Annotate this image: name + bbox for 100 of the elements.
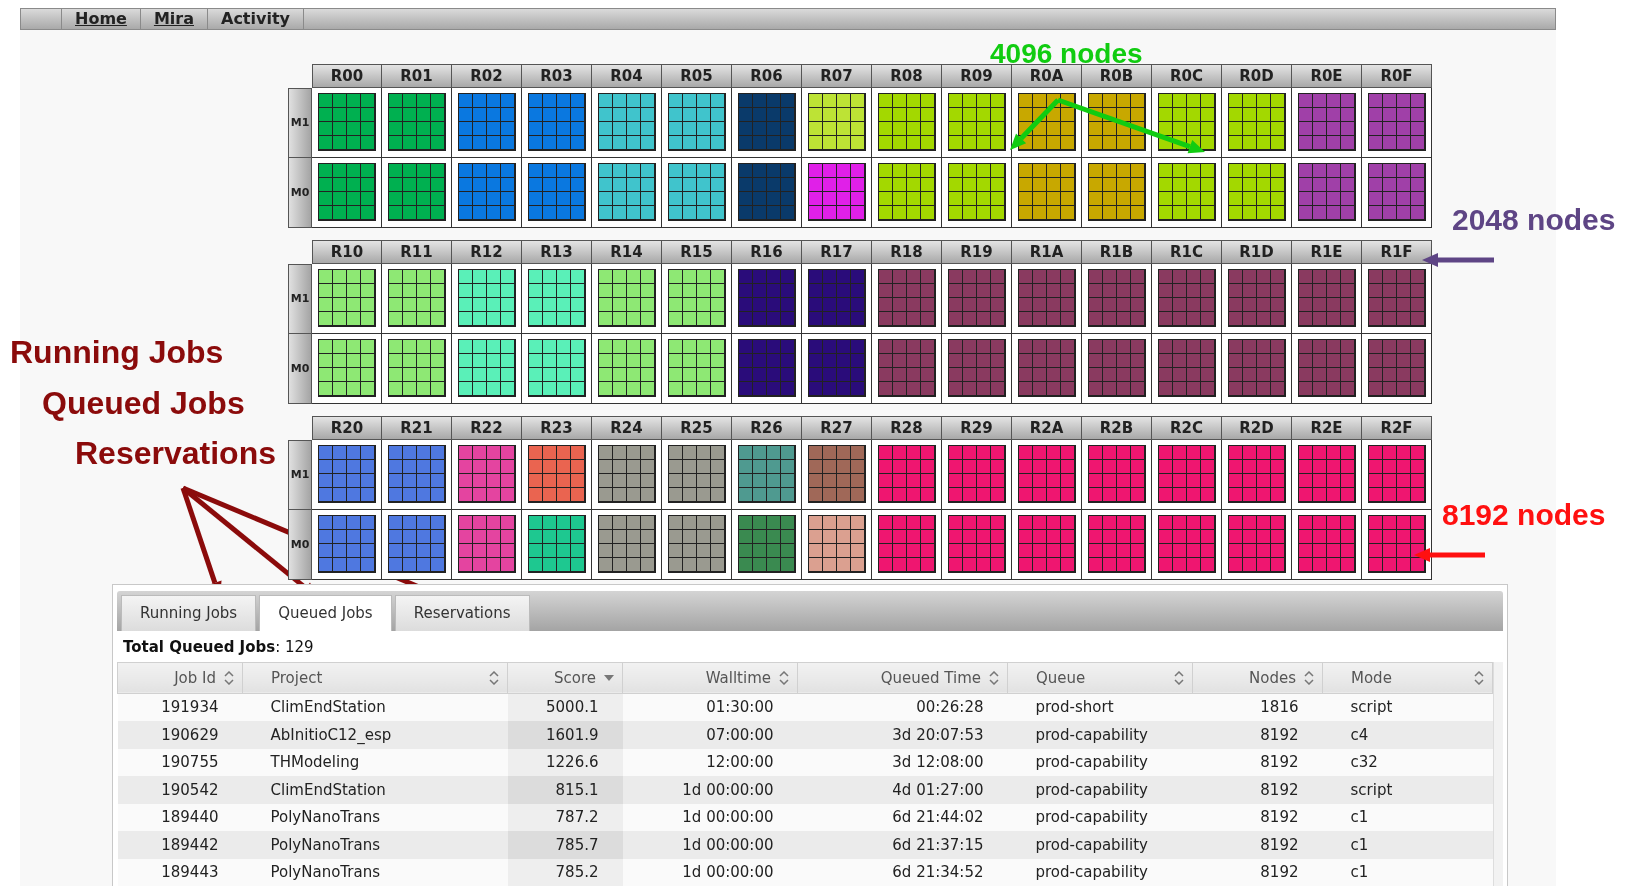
annotation-label: Queued Jobs xyxy=(42,387,245,419)
midplane-label: M1 xyxy=(288,87,312,158)
rack-header: R2D xyxy=(1222,415,1292,440)
midplane-block[interactable] xyxy=(667,163,726,221)
midplane-block[interactable] xyxy=(667,515,726,573)
rack-header: R05 xyxy=(662,63,732,88)
rack-header: R0F xyxy=(1362,63,1432,88)
nav-item[interactable]: Activity xyxy=(208,9,304,29)
nav-link[interactable]: Home xyxy=(62,9,141,29)
midplane-block[interactable] xyxy=(667,269,726,327)
tab[interactable]: Queued Jobs xyxy=(259,594,392,631)
midplane-block[interactable] xyxy=(317,163,376,221)
midplane-block[interactable] xyxy=(737,445,796,503)
midplane-block[interactable] xyxy=(1017,163,1076,221)
midplane-block[interactable] xyxy=(597,339,656,397)
rack-header: R23 xyxy=(522,415,592,440)
rack-header: R07 xyxy=(802,63,872,88)
midplane-block[interactable] xyxy=(1227,163,1286,221)
column-header[interactable]: Queue xyxy=(1007,662,1193,693)
table-cell: 189442 xyxy=(117,831,243,859)
rack-header: R2F xyxy=(1362,415,1432,440)
midplane-block[interactable] xyxy=(877,93,936,151)
table-cell: 1d 00:00:00 xyxy=(622,858,798,886)
midplane-block[interactable] xyxy=(667,445,726,503)
midplane-block[interactable] xyxy=(387,339,446,397)
midplane-block[interactable] xyxy=(457,339,516,397)
rack-header: R0C xyxy=(1152,63,1222,88)
rack-header: R10 xyxy=(312,239,382,264)
midplane-block[interactable] xyxy=(1087,163,1146,221)
table-cell: script xyxy=(1322,693,1493,721)
tab[interactable]: Running Jobs xyxy=(121,594,257,631)
midplane-block[interactable] xyxy=(807,515,866,573)
column-header[interactable]: Mode xyxy=(1322,662,1493,693)
table-cell: 1d 00:00:00 xyxy=(622,776,798,804)
table-cell: prod-short xyxy=(1007,693,1193,721)
midplane-block[interactable] xyxy=(317,339,376,397)
rack-header: R16 xyxy=(732,239,802,264)
rack-header: R12 xyxy=(452,239,522,264)
table-cell: PolyNanoTrans xyxy=(242,803,508,831)
column-header[interactable]: Project xyxy=(242,662,508,693)
midplane-block[interactable] xyxy=(387,269,446,327)
table-cell: 12:00:00 xyxy=(622,748,798,776)
midplane-block[interactable] xyxy=(317,93,376,151)
total-queued-jobs: Total Queued Jobs: 129 xyxy=(122,636,315,658)
column-header[interactable]: Walltime xyxy=(622,662,798,693)
midplane-block[interactable] xyxy=(1157,163,1216,221)
midplane-block[interactable] xyxy=(597,93,656,151)
midplane-label: M0 xyxy=(288,157,312,228)
table-cell: c1 xyxy=(1322,858,1493,886)
midplane-block[interactable] xyxy=(317,269,376,327)
midplane-block[interactable] xyxy=(667,339,726,397)
midplane-block[interactable] xyxy=(877,163,936,221)
midplane-block[interactable] xyxy=(457,269,516,327)
midplane-block[interactable] xyxy=(527,339,586,397)
rack-header: R25 xyxy=(662,415,732,440)
midplane-block[interactable] xyxy=(1157,93,1216,151)
tab[interactable]: Reservations xyxy=(394,594,530,631)
midplane-block[interactable] xyxy=(527,445,586,503)
midplane-block[interactable] xyxy=(1087,93,1146,151)
table-cell: prod-capability xyxy=(1007,803,1193,831)
rack-header: R1E xyxy=(1292,239,1362,264)
midplane-block[interactable] xyxy=(597,163,656,221)
annotation-label: 2048 nodes xyxy=(1452,205,1616,235)
midplane-block[interactable] xyxy=(387,163,446,221)
midplane-block[interactable] xyxy=(667,93,726,151)
column-header[interactable]: Score xyxy=(507,662,623,693)
rack-header: R26 xyxy=(732,415,802,440)
table-cell: ClimEndStation xyxy=(242,693,508,721)
midplane-label: M0 xyxy=(288,509,312,580)
midplane-block[interactable] xyxy=(387,93,446,151)
table-cell: prod-capability xyxy=(1007,721,1193,749)
column-header[interactable]: Queued Time xyxy=(797,662,1008,693)
table-cell: 190629 xyxy=(117,721,243,749)
rack-header: R22 xyxy=(452,415,522,440)
midplane-block[interactable] xyxy=(1227,93,1286,151)
column-header[interactable]: Job Id xyxy=(117,662,243,693)
table-cell: prod-capability xyxy=(1007,831,1193,859)
rack-header: R15 xyxy=(662,239,732,264)
table-cell: 3d 12:08:00 xyxy=(797,748,1008,776)
table-cell: 191934 xyxy=(117,693,243,721)
midplane-block[interactable] xyxy=(947,93,1006,151)
nav-link[interactable]: Mira xyxy=(140,9,208,29)
rack-header: R2E xyxy=(1292,415,1362,440)
midplane-block[interactable] xyxy=(527,515,586,573)
midplane-block[interactable] xyxy=(597,269,656,327)
table-cell: 1d 00:00:00 xyxy=(622,803,798,831)
midplane-block[interactable] xyxy=(807,93,866,151)
table-cell: c1 xyxy=(1322,831,1493,859)
table-cell: script xyxy=(1322,776,1493,804)
arrow xyxy=(1422,253,1494,267)
midplane-block[interactable] xyxy=(597,515,656,573)
midplane-block[interactable] xyxy=(527,269,586,327)
midplane-block[interactable] xyxy=(947,163,1006,221)
midplane-block[interactable] xyxy=(597,445,656,503)
rack-header: R1B xyxy=(1082,239,1152,264)
column-header[interactable]: Nodes xyxy=(1192,662,1323,693)
table-cell: 01:30:00 xyxy=(622,693,798,721)
table-cell: 07:00:00 xyxy=(622,721,798,749)
table-cell: 190542 xyxy=(117,776,243,804)
rack-header: R18 xyxy=(872,239,942,264)
